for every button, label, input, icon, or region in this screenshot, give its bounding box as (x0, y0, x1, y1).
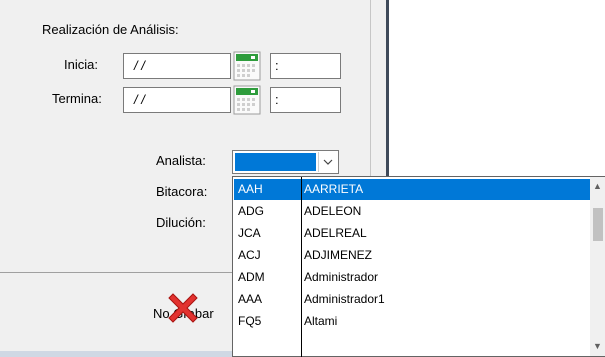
analista-selected-value (235, 153, 316, 171)
list-item-code: JCA (238, 226, 261, 240)
dropdown-scrollbar[interactable]: ▲ ▼ (590, 177, 605, 356)
termina-time-field[interactable]: : (270, 87, 341, 113)
list-item[interactable]: AAA Administrador1 (234, 289, 590, 310)
analista-dropdown-list[interactable]: AAH AARRIETA ADG ADELEON JCA ADELREAL AC… (232, 176, 605, 357)
analista-combobox[interactable] (232, 150, 339, 174)
inicia-date-field[interactable]: / / (123, 53, 231, 79)
list-item-code: ADM (238, 270, 265, 284)
list-item[interactable]: ADM Administrador (234, 267, 590, 288)
termina-date-field[interactable]: / / (123, 87, 231, 113)
calendar-icon[interactable] (233, 51, 261, 81)
dilucion-label: Dilución: (156, 215, 206, 230)
list-item-name: ADELREAL (304, 226, 367, 240)
bitacora-label: Bitacora: (156, 184, 208, 199)
section-title: Realización de Análisis: (42, 22, 179, 37)
list-item[interactable]: AAH AARRIETA (234, 179, 590, 200)
list-item-code: FQ5 (238, 314, 262, 328)
list-item-code: ACJ (238, 248, 261, 262)
column-divider (301, 177, 302, 357)
termina-label: Termina: (52, 91, 102, 106)
list-item[interactable]: ACJ ADJIMENEZ (234, 245, 590, 266)
calendar-icon[interactable] (233, 85, 261, 115)
inicia-label: Inicia: (64, 57, 98, 72)
scrollbar-thumb[interactable] (593, 208, 603, 241)
inicia-time-field[interactable]: : (270, 53, 341, 79)
list-item-code: AAA (238, 292, 263, 306)
analista-label: Analista: (156, 153, 206, 168)
list-item-name: Altami (304, 314, 338, 328)
list-item[interactable]: FQ5 Altami (234, 311, 590, 332)
list-item-name: Administrador (304, 270, 379, 284)
scroll-down-icon[interactable]: ▼ (593, 341, 602, 351)
list-item-code: ADG (238, 204, 265, 218)
combo-dropdown-button[interactable] (318, 152, 337, 172)
list-item[interactable]: JCA ADELREAL (234, 223, 590, 244)
chevron-down-icon (323, 159, 333, 165)
list-item[interactable]: ADG ADELEON (234, 201, 590, 222)
list-item-name: ADELEON (304, 204, 362, 218)
red-x-icon[interactable] (163, 288, 203, 328)
list-item-name: AARRIETA (304, 182, 364, 196)
scroll-up-icon[interactable]: ▲ (593, 181, 602, 191)
list-item-code: AAH (238, 182, 263, 196)
list-item-name: ADJIMENEZ (304, 248, 373, 262)
list-item-name: Administrador1 (304, 292, 385, 306)
